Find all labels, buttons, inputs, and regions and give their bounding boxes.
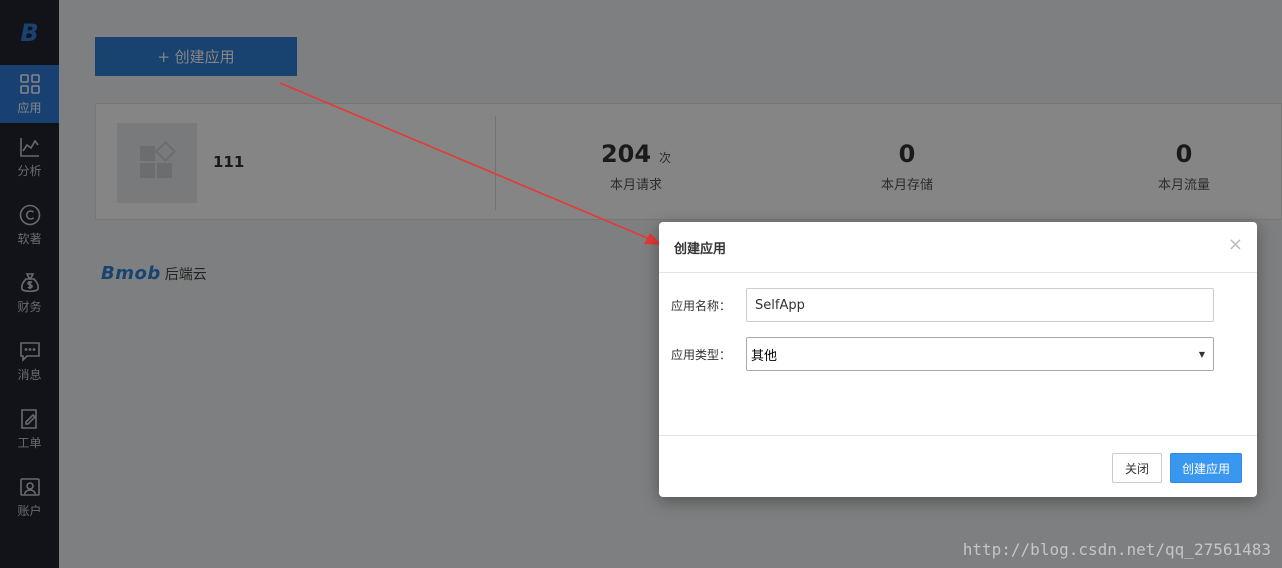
form-row-type: 应用类型： 其他 ▼	[671, 337, 1214, 371]
modal-header: 创建应用 ×	[659, 222, 1257, 273]
close-icon[interactable]: ×	[1228, 234, 1243, 255]
app-type-label: 应用类型：	[671, 347, 732, 362]
app-name-label: 应用名称：	[671, 298, 732, 313]
close-button[interactable]: 关闭	[1112, 453, 1162, 483]
form-row-name: 应用名称：	[671, 288, 1214, 322]
modal-footer: 关闭 创建应用	[659, 435, 1257, 497]
dropdown-arrow-icon: ▼	[1198, 349, 1205, 359]
select-value: 其他	[751, 348, 778, 364]
modal-title: 创建应用	[674, 242, 727, 257]
create-app-dialog: 创建应用 × 应用名称： 应用类型： 其他 ▼ 关闭 创建应用	[659, 222, 1257, 497]
confirm-create-button[interactable]: 创建应用	[1170, 453, 1242, 483]
app-name-input[interactable]	[746, 288, 1214, 322]
app-type-select[interactable]: 其他 ▼	[746, 337, 1214, 371]
watermark: http://blog.csdn.net/qq_27561483	[962, 540, 1271, 559]
